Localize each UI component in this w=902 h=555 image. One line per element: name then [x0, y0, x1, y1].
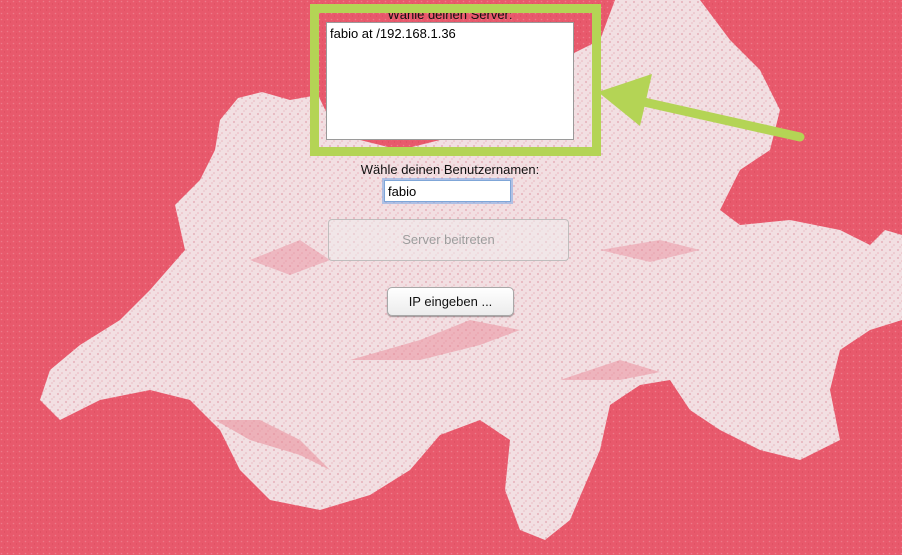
app-window: Wähle deinen Server: fabio at /192.168.1… [0, 0, 902, 555]
join-server-button[interactable]: Server beitreten [328, 219, 569, 261]
server-list[interactable]: fabio at /192.168.1.36 [326, 22, 574, 140]
server-label: Wähle deinen Server: [387, 7, 513, 22]
username-input[interactable] [384, 180, 511, 202]
annotation-arrow-icon [598, 74, 805, 142]
server-list-item[interactable]: fabio at /192.168.1.36 [330, 25, 570, 42]
enter-ip-button[interactable]: IP eingeben ... [387, 287, 514, 316]
username-label: Wähle deinen Benutzernamen: [360, 162, 540, 177]
